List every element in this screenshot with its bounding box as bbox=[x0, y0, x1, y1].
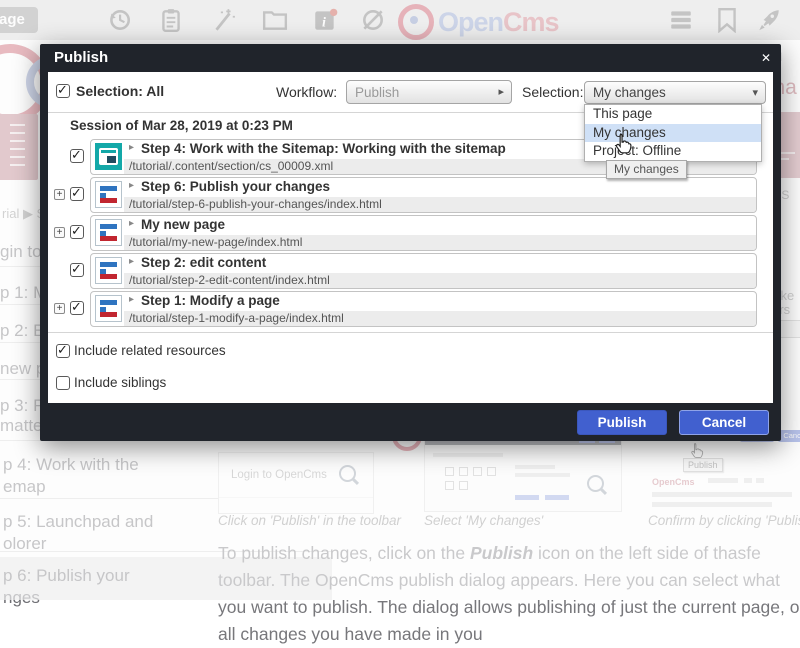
publish-item-row[interactable]: ▸ My new page /tutorial/my-new-page/inde… bbox=[90, 215, 757, 251]
expand-button[interactable]: + bbox=[54, 189, 65, 200]
publish-item-row[interactable]: ▸ Step 2: edit content /tutorial/step-2-… bbox=[90, 253, 757, 289]
page-icon bbox=[95, 181, 122, 208]
page-icon bbox=[95, 257, 122, 284]
publish-button[interactable]: Publish bbox=[577, 410, 667, 435]
dropdown-option-project-offline[interactable]: Project: Offline bbox=[585, 142, 761, 161]
expand-button[interactable]: + bbox=[54, 227, 65, 238]
item-arrow-icon: ▸ bbox=[129, 218, 134, 229]
dialog-title: Publish bbox=[40, 44, 781, 72]
selection-all-checkbox[interactable]: ✓ bbox=[56, 84, 70, 98]
publish-item-row[interactable]: ▸ Step 6: Publish your changes /tutorial… bbox=[90, 177, 757, 213]
selection-dropdown-list: This page My changes Project: Offline bbox=[584, 104, 762, 162]
workflow-label: Workflow: bbox=[276, 84, 337, 100]
dropdown-option-this-page[interactable]: This page bbox=[585, 105, 761, 124]
cancel-button[interactable]: Cancel bbox=[679, 410, 769, 435]
item-arrow-icon: ▸ bbox=[129, 142, 134, 153]
expand-button[interactable]: + bbox=[54, 303, 65, 314]
dialog-footer: Publish Cancel bbox=[40, 403, 781, 441]
arrow-right-icon: ▸ bbox=[498, 81, 504, 104]
page-icon bbox=[95, 219, 122, 246]
item-checkbox[interactable]: ✓ bbox=[70, 301, 84, 315]
close-icon[interactable]: ✕ bbox=[761, 44, 771, 72]
dropdown-option-my-changes[interactable]: My changes bbox=[585, 124, 761, 143]
selection-label: Selection: bbox=[522, 84, 583, 100]
dropdown-tooltip: My changes bbox=[606, 160, 687, 179]
item-arrow-icon: ▸ bbox=[129, 180, 134, 191]
include-siblings-label: Include siblings bbox=[74, 375, 166, 390]
include-related-checkbox[interactable]: ✓ bbox=[56, 344, 70, 358]
item-checkbox[interactable]: ✓ bbox=[70, 149, 84, 163]
session-header: Session of Mar 28, 2019 at 0:23 PM bbox=[70, 118, 293, 133]
item-checkbox[interactable]: ✓ bbox=[70, 263, 84, 277]
publish-dialog: Publish ✕ ✓ Selection: All Workflow: Pub… bbox=[40, 44, 781, 441]
caret-down-icon: ▾ bbox=[752, 82, 758, 104]
item-arrow-icon: ▸ bbox=[129, 256, 134, 267]
item-arrow-icon: ▸ bbox=[129, 294, 134, 305]
dialog-body: ✓ Selection: All Workflow: Publish ▸ Sel… bbox=[48, 72, 773, 403]
content-element-icon bbox=[95, 143, 122, 170]
workflow-select[interactable]: Publish ▸ bbox=[346, 80, 512, 104]
selection-select[interactable]: My changes ▾ bbox=[584, 81, 766, 104]
cursor-hand-icon bbox=[614, 132, 633, 159]
publish-item-row[interactable]: ▸ Step 1: Modify a page /tutorial/step-1… bbox=[90, 291, 757, 327]
item-checkbox[interactable]: ✓ bbox=[70, 187, 84, 201]
include-related-label: Include related resources bbox=[74, 343, 226, 358]
include-siblings-checkbox[interactable]: ✓ bbox=[56, 376, 70, 390]
selection-all-label: Selection: All bbox=[76, 83, 164, 99]
page-icon bbox=[95, 295, 122, 322]
item-checkbox[interactable]: ✓ bbox=[70, 225, 84, 239]
